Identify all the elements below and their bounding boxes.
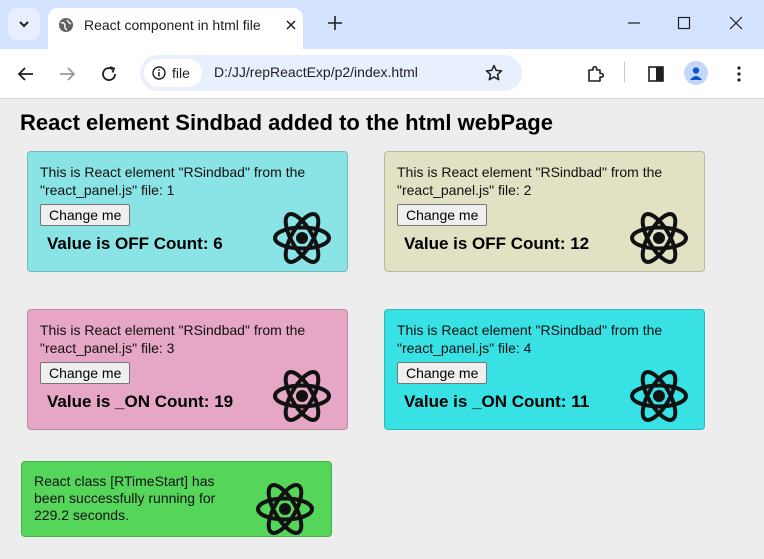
reload-icon[interactable] bbox=[100, 65, 118, 83]
value-count-text: Value is OFF Count: 6 bbox=[47, 234, 223, 253]
globe-icon bbox=[59, 18, 73, 32]
extensions-icon[interactable] bbox=[586, 65, 604, 83]
panel-description: This is React element "RSindbad" from th… bbox=[397, 164, 663, 198]
bookmark-star-icon[interactable] bbox=[485, 64, 503, 82]
react-logo-icon bbox=[273, 212, 331, 264]
profile-avatar[interactable] bbox=[684, 61, 708, 85]
close-tab-icon[interactable] bbox=[284, 18, 298, 32]
back-icon[interactable] bbox=[17, 65, 35, 83]
sindbad-panel-3: This is React element "RSindbad" from th… bbox=[27, 309, 348, 430]
info-icon bbox=[152, 66, 166, 80]
react-logo-icon bbox=[256, 483, 314, 535]
toolbar: file D:/JJ/repReactExp/p2/index.html bbox=[0, 49, 764, 99]
change-me-button[interactable]: Change me bbox=[40, 204, 131, 226]
react-logo-icon bbox=[630, 370, 688, 422]
site-info-chip[interactable]: file bbox=[144, 59, 202, 87]
sindbad-panel-1: This is React element "RSindbad" from th… bbox=[27, 151, 348, 272]
maximize-icon[interactable] bbox=[677, 16, 691, 30]
tab-title: React component in html file bbox=[84, 17, 261, 33]
panel-description: This is React element "RSindbad" from th… bbox=[40, 322, 306, 356]
sindbad-panel-4: This is React element "RSindbad" from th… bbox=[384, 309, 705, 430]
side-panel-icon[interactable] bbox=[647, 65, 665, 83]
value-count-text: Value is _ON Count: 19 bbox=[47, 392, 234, 411]
url-text[interactable]: D:/JJ/repReactExp/p2/index.html bbox=[214, 64, 418, 80]
change-me-button[interactable]: Change me bbox=[397, 204, 488, 226]
more-menu-icon[interactable] bbox=[730, 65, 748, 83]
title-bar: React component in html file bbox=[0, 0, 764, 49]
change-me-button[interactable]: Change me bbox=[40, 362, 131, 384]
sindbad-panel-2: This is React element "RSindbad" from th… bbox=[384, 151, 705, 272]
running-time-text: React class [RTimeStart] has been succes… bbox=[34, 473, 216, 523]
tab-active[interactable]: React component in html file bbox=[48, 8, 303, 49]
panel-description: This is React element "RSindbad" from th… bbox=[397, 322, 663, 356]
minimize-icon[interactable] bbox=[627, 16, 641, 30]
person-icon bbox=[690, 67, 702, 80]
time-start-panel: React class [RTimeStart] has been succes… bbox=[21, 461, 332, 537]
toolbar-divider bbox=[624, 62, 625, 82]
page-title: React element Sindbad added to the html … bbox=[20, 110, 553, 135]
address-bar[interactable]: file D:/JJ/repReactExp/p2/index.html bbox=[140, 55, 522, 91]
tab-search-button[interactable] bbox=[8, 8, 40, 40]
change-me-button[interactable]: Change me bbox=[397, 362, 488, 384]
new-tab-icon[interactable] bbox=[327, 15, 343, 31]
forward-icon[interactable] bbox=[58, 65, 76, 83]
react-logo-icon bbox=[273, 370, 331, 422]
value-count-text: Value is _ON Count: 11 bbox=[404, 392, 590, 411]
close-window-icon[interactable] bbox=[729, 16, 743, 30]
panel-description: This is React element "RSindbad" from th… bbox=[40, 164, 306, 198]
value-count-text: Value is OFF Count: 12 bbox=[404, 234, 590, 253]
site-chip-label: file bbox=[172, 65, 190, 81]
chevron-down-icon bbox=[19, 21, 29, 28]
react-logo-icon bbox=[630, 212, 688, 264]
